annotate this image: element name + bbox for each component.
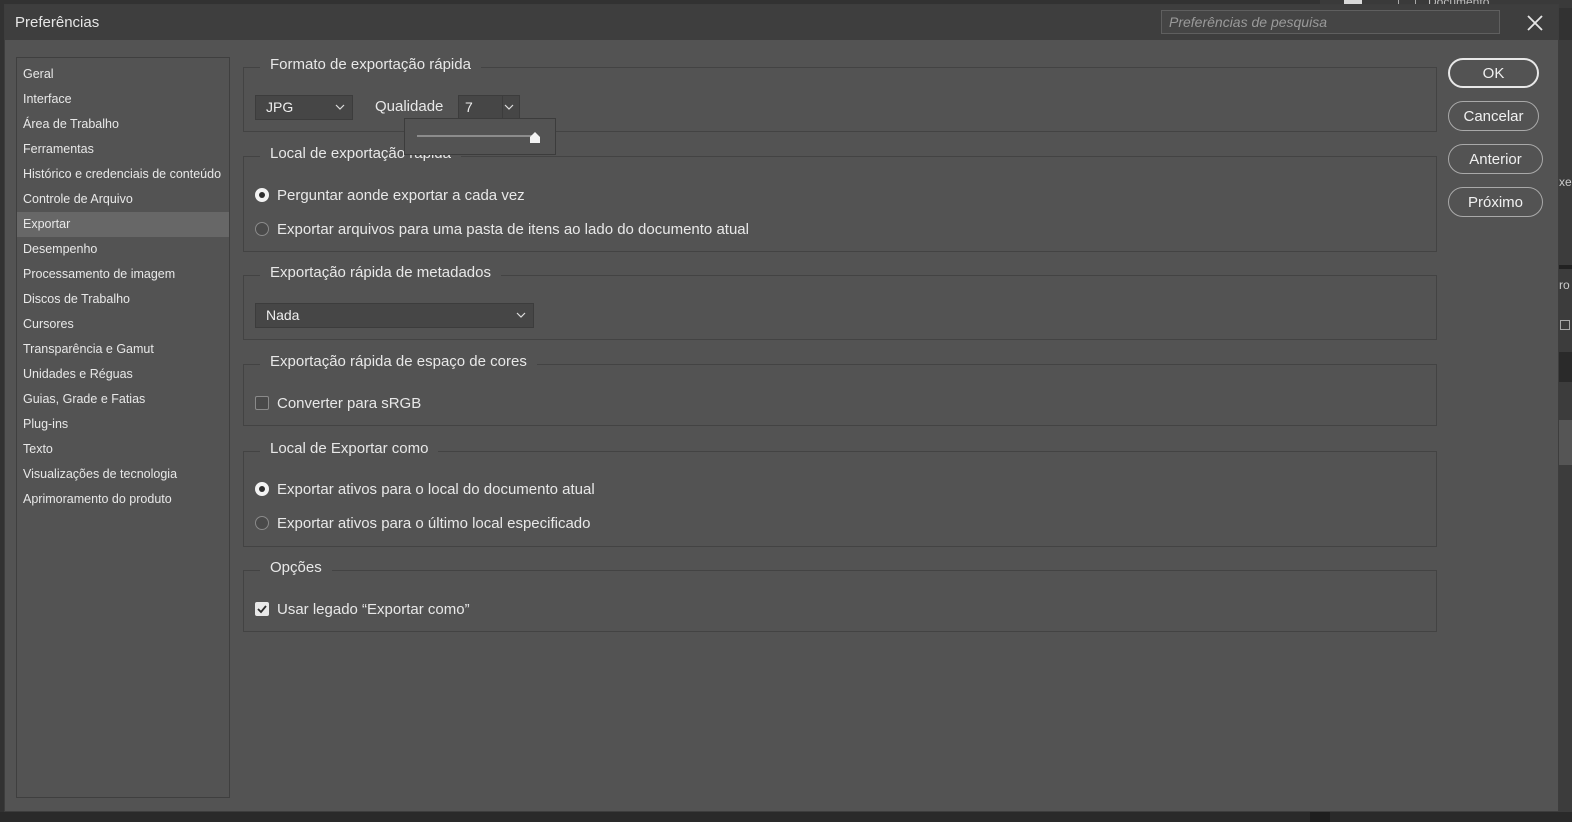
metadata-select[interactable]: Nada — [255, 303, 534, 328]
group-options: Opções Usar legado “Exportar como” — [243, 559, 1437, 632]
radio-label: Perguntar aonde exportar a cada vez — [277, 186, 525, 204]
preferences-dialog: Preferências GeralInterfaceÁrea de Traba… — [5, 5, 1558, 811]
group-title: Local de Exportar como — [260, 440, 439, 457]
background-panel-text: xe — [1559, 175, 1572, 189]
sidebar-item-unidades-e-reguas[interactable]: Unidades e Réguas — [17, 362, 229, 387]
sidebar-item-visualizacoes-de-tecnologia[interactable]: Visualizações de tecnologia — [17, 462, 229, 487]
radio-export-to-last-location[interactable]: Exportar ativos para o último local espe… — [255, 513, 591, 533]
quality-label: Qualidade — [375, 98, 444, 115]
quality-value: 7 — [465, 99, 473, 115]
radio-export-to-assets-folder[interactable]: Exportar arquivos para uma pasta de iten… — [255, 219, 749, 239]
sidebar-item-aprimoramento-do-produto[interactable]: Aprimoramento do produto — [17, 487, 229, 512]
sidebar-item-exportar[interactable]: Exportar — [17, 212, 229, 237]
group-title: Exportação rápida de espaço de cores — [260, 353, 537, 370]
sidebar-item-controle-de-arquivo[interactable]: Controle de Arquivo — [17, 187, 229, 212]
group-title: Formato de exportação rápida — [260, 56, 481, 73]
background-panel-text: ro — [1559, 278, 1570, 292]
checkbox[interactable] — [255, 602, 269, 616]
chevron-down-icon — [516, 312, 526, 318]
checkmark-icon — [257, 605, 267, 614]
radio-button[interactable] — [255, 516, 269, 530]
sidebar-item-area-de-trabalho[interactable]: Área de Trabalho — [17, 112, 229, 137]
close-button[interactable] — [1521, 9, 1549, 37]
radio-label: Exportar ativos para o último local espe… — [277, 514, 591, 532]
quality-combobox[interactable]: 7 — [458, 95, 520, 120]
preferences-sidebar: Geral Interface Área de Trabalho Ferramenta… — [16, 57, 230, 798]
sidebar-item-transparencia-e-gamut[interactable]: Transparência e Gamut — [17, 337, 229, 362]
radio-button[interactable] — [255, 222, 269, 236]
chevron-down-icon — [504, 104, 514, 110]
radio-ask-each-time[interactable]: Perguntar aonde exportar a cada vez — [255, 185, 525, 205]
dialog-titlebar: Preferências — [5, 5, 1558, 40]
chevron-down-icon — [335, 104, 345, 110]
group-quick-export-metadata: Exportação rápida de metadados Nada — [243, 264, 1437, 340]
combobox-divider — [502, 96, 503, 119]
sidebar-item-guias-grade-e-fatias[interactable]: Guias, Grade e Fatias — [17, 387, 229, 412]
format-select-value: JPG — [266, 99, 294, 115]
radio-button[interactable] — [255, 482, 269, 496]
slider-thumb-icon[interactable] — [528, 131, 542, 145]
group-title: Opções — [260, 559, 332, 576]
radio-export-to-current-doc[interactable]: Exportar ativos para o local do document… — [255, 479, 595, 499]
previous-button[interactable]: Anterior — [1448, 144, 1543, 174]
close-icon — [1527, 15, 1543, 31]
quality-slider-popup — [404, 118, 556, 155]
dialog-title: Preferências — [15, 14, 100, 31]
sidebar-item-plug-ins[interactable]: Plug-ins — [17, 412, 229, 437]
group-quick-export-location: Local de exportação rápida Perguntar aon… — [243, 145, 1437, 252]
next-button[interactable]: Próximo — [1448, 187, 1543, 217]
ok-button[interactable]: OK — [1448, 58, 1539, 88]
sidebar-item-desempenho[interactable]: Desempenho — [17, 237, 229, 262]
sidebar-item-historico-e-credenciais-de-conteudo[interactable]: Histórico e credenciais de conteúdo — [17, 162, 229, 187]
checkbox[interactable] — [255, 396, 269, 410]
background-statusbar — [0, 812, 1572, 822]
group-export-as-location: Local de Exportar como Exportar ativos p… — [243, 440, 1437, 547]
checkbox-label: Usar legado “Exportar como” — [277, 600, 470, 618]
group-title: Exportação rápida de metadados — [260, 264, 501, 281]
checkbox-label: Converter para sRGB — [277, 394, 422, 412]
background-panel-divider — [1559, 265, 1572, 269]
sidebar-item-cursores[interactable]: Cursores — [17, 312, 229, 337]
checkbox-legacy-export-as[interactable]: Usar legado “Exportar como” — [255, 599, 470, 619]
sidebar-item-processamento-de-imagem[interactable]: Processamento de imagem — [17, 262, 229, 287]
background-panel-scrollbar — [1559, 420, 1572, 465]
radio-label: Exportar arquivos para uma pasta de iten… — [277, 220, 749, 238]
sidebar-item-geral[interactable]: Geral — [17, 62, 229, 87]
radio-label: Exportar ativos para o local do document… — [277, 480, 595, 498]
sidebar-item-texto[interactable]: Texto — [17, 437, 229, 462]
group-quick-export-colorspace: Exportação rápida de espaço de cores Con… — [243, 353, 1437, 426]
sidebar-item-ferramentas[interactable]: Ferramentas — [17, 137, 229, 162]
sidebar-item-discos-de-trabalho[interactable]: Discos de Trabalho — [17, 287, 229, 312]
quality-slider-track[interactable] — [417, 135, 535, 137]
search-input[interactable] — [1161, 10, 1500, 34]
sidebar-list: Geral Interface Área de Trabalho Ferramenta… — [17, 58, 229, 512]
cancel-button[interactable]: Cancelar — [1448, 101, 1539, 131]
sidebar-item-interface[interactable]: Interface — [17, 87, 229, 112]
background-panel-block — [1559, 352, 1572, 382]
radio-button[interactable] — [255, 188, 269, 202]
background-panel-icon — [1560, 320, 1570, 330]
checkbox-convert-srgb[interactable]: Converter para sRGB — [255, 393, 421, 413]
format-select[interactable]: JPG — [255, 95, 353, 120]
background-statusbar-block — [1310, 812, 1330, 822]
metadata-select-value: Nada — [266, 307, 300, 323]
